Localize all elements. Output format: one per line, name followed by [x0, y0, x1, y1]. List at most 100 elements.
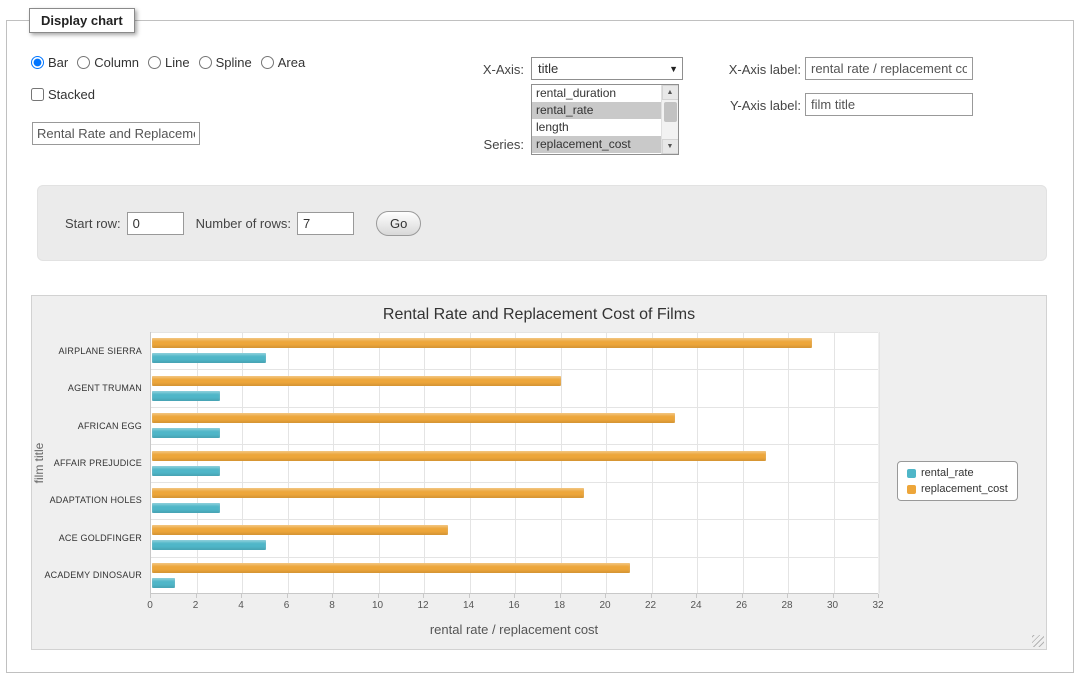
chart-x-axis-title: rental rate / replacement cost: [150, 622, 878, 637]
series-option-length[interactable]: length: [532, 119, 661, 136]
x-tick-label: 32: [872, 600, 883, 611]
x-tick-mark: [469, 594, 470, 598]
chart-plot-area: [150, 332, 878, 594]
x-tick-mark: [287, 594, 288, 598]
x-tick-mark: [605, 594, 606, 598]
bar-rental_rate: [152, 466, 220, 476]
x-tick-label: 0: [147, 600, 153, 611]
x-tick-label: 16: [508, 600, 519, 611]
x-tick-mark: [514, 594, 515, 598]
category-label: AGENT TRUMAN: [32, 383, 142, 393]
x-tick-mark: [423, 594, 424, 598]
series-option-replacement_cost[interactable]: replacement_cost: [532, 136, 661, 153]
gridline: [424, 332, 425, 593]
gridline: [151, 332, 878, 333]
x-tick-mark: [196, 594, 197, 598]
gridline: [151, 557, 878, 558]
gridline: [197, 332, 198, 593]
gridline: [151, 369, 878, 370]
bar-replacement_cost: [152, 525, 448, 535]
y-axis-label-label: Y-Axis label:: [647, 98, 801, 113]
stacked-checkbox[interactable]: [31, 88, 44, 101]
legend-swatch-icon: [907, 469, 916, 478]
go-button[interactable]: Go: [376, 211, 421, 236]
x-tick-mark: [787, 594, 788, 598]
bar-rental_rate: [152, 428, 220, 438]
bar-rental_rate: [152, 503, 220, 513]
display-chart-fieldset: Display chart Bar Column Line Spline Are…: [6, 20, 1074, 673]
x-axis-label-input[interactable]: [805, 57, 973, 80]
legend-label: rental_rate: [921, 467, 974, 479]
legend-item-replacement_cost[interactable]: replacement_cost: [907, 483, 1008, 495]
number-of-rows-input[interactable]: [297, 212, 354, 235]
gridline: [561, 332, 562, 593]
x-tick-mark: [332, 594, 333, 598]
series-listbox-scrollbar[interactable]: ▲ ▼: [661, 85, 678, 154]
bar-replacement_cost: [152, 338, 812, 348]
x-tick-label: 12: [417, 600, 428, 611]
chart-title: Rental Rate and Replacement Cost of Film…: [32, 306, 1046, 324]
gridline: [242, 332, 243, 593]
radio-option-line[interactable]: Line: [148, 55, 190, 70]
legend-item-rental_rate[interactable]: rental_rate: [907, 467, 1008, 479]
chart-title-input[interactable]: [32, 122, 200, 145]
chart-container: Rental Rate and Replacement Cost of Film…: [31, 295, 1047, 650]
start-row-input[interactable]: [127, 212, 184, 235]
column-radio[interactable]: [77, 56, 90, 69]
x-tick-mark: [742, 594, 743, 598]
gridline: [379, 332, 380, 593]
bar-replacement_cost: [152, 563, 630, 573]
radio-option-spline[interactable]: Spline: [199, 55, 252, 70]
spline-radio[interactable]: [199, 56, 212, 69]
resize-handle-icon[interactable]: [1032, 635, 1044, 647]
scroll-down-icon[interactable]: ▼: [662, 139, 679, 154]
x-axis-label-label: X-Axis label:: [647, 62, 801, 77]
spline-radio-label: Spline: [216, 55, 252, 70]
x-tick-mark: [651, 594, 652, 598]
stacked-option[interactable]: Stacked: [31, 87, 95, 102]
x-tick-label: 14: [463, 600, 474, 611]
gridline: [515, 332, 516, 593]
start-row-label: Start row:: [65, 216, 121, 231]
x-tick-label: 8: [329, 600, 335, 611]
series-listbox[interactable]: rental_durationrental_ratelengthreplacem…: [531, 84, 679, 155]
x-tick-label: 22: [645, 600, 656, 611]
series-option-rental_rate[interactable]: rental_rate: [532, 102, 661, 119]
legend-swatch-icon: [907, 485, 916, 494]
category-label: AIRPLANE SIERRA: [32, 346, 142, 356]
x-tick-label: 24: [690, 600, 701, 611]
radio-option-column[interactable]: Column: [77, 55, 139, 70]
x-tick-label: 28: [781, 600, 792, 611]
gridline: [151, 407, 878, 408]
y-axis-label-input[interactable]: [805, 93, 973, 116]
gridline: [151, 444, 878, 445]
number-of-rows-label: Number of rows:: [196, 216, 291, 231]
x-tick-label: 4: [238, 600, 244, 611]
x-tick-mark: [560, 594, 561, 598]
category-label: AFFAIR PREJUDICE: [32, 458, 142, 468]
line-radio[interactable]: [148, 56, 161, 69]
category-label: AFRICAN EGG: [32, 421, 142, 431]
bar-rental_rate: [152, 391, 220, 401]
line-radio-label: Line: [165, 55, 190, 70]
series-option-rental_duration[interactable]: rental_duration: [532, 85, 661, 102]
bar-rental_rate: [152, 353, 266, 363]
bar-replacement_cost: [152, 451, 766, 461]
gridline: [151, 519, 878, 520]
gridline: [743, 332, 744, 593]
gridline: [288, 332, 289, 593]
x-tick-label: 30: [827, 600, 838, 611]
radio-option-bar[interactable]: Bar: [31, 55, 68, 70]
x-axis-selected-value: title: [538, 61, 558, 76]
radio-option-area[interactable]: Area: [261, 55, 305, 70]
legend-label: replacement_cost: [921, 483, 1008, 495]
category-label: ACE GOLDFINGER: [32, 533, 142, 543]
series-options: rental_durationrental_ratelengthreplacem…: [532, 85, 661, 154]
bar-radio[interactable]: [31, 56, 44, 69]
chart-legend: rental_rate replacement_cost: [897, 461, 1018, 501]
x-tick-label: 26: [736, 600, 747, 611]
series-select-label: Series:: [387, 137, 524, 152]
bar-rental_rate: [152, 540, 266, 550]
area-radio[interactable]: [261, 56, 274, 69]
gridline: [788, 332, 789, 593]
